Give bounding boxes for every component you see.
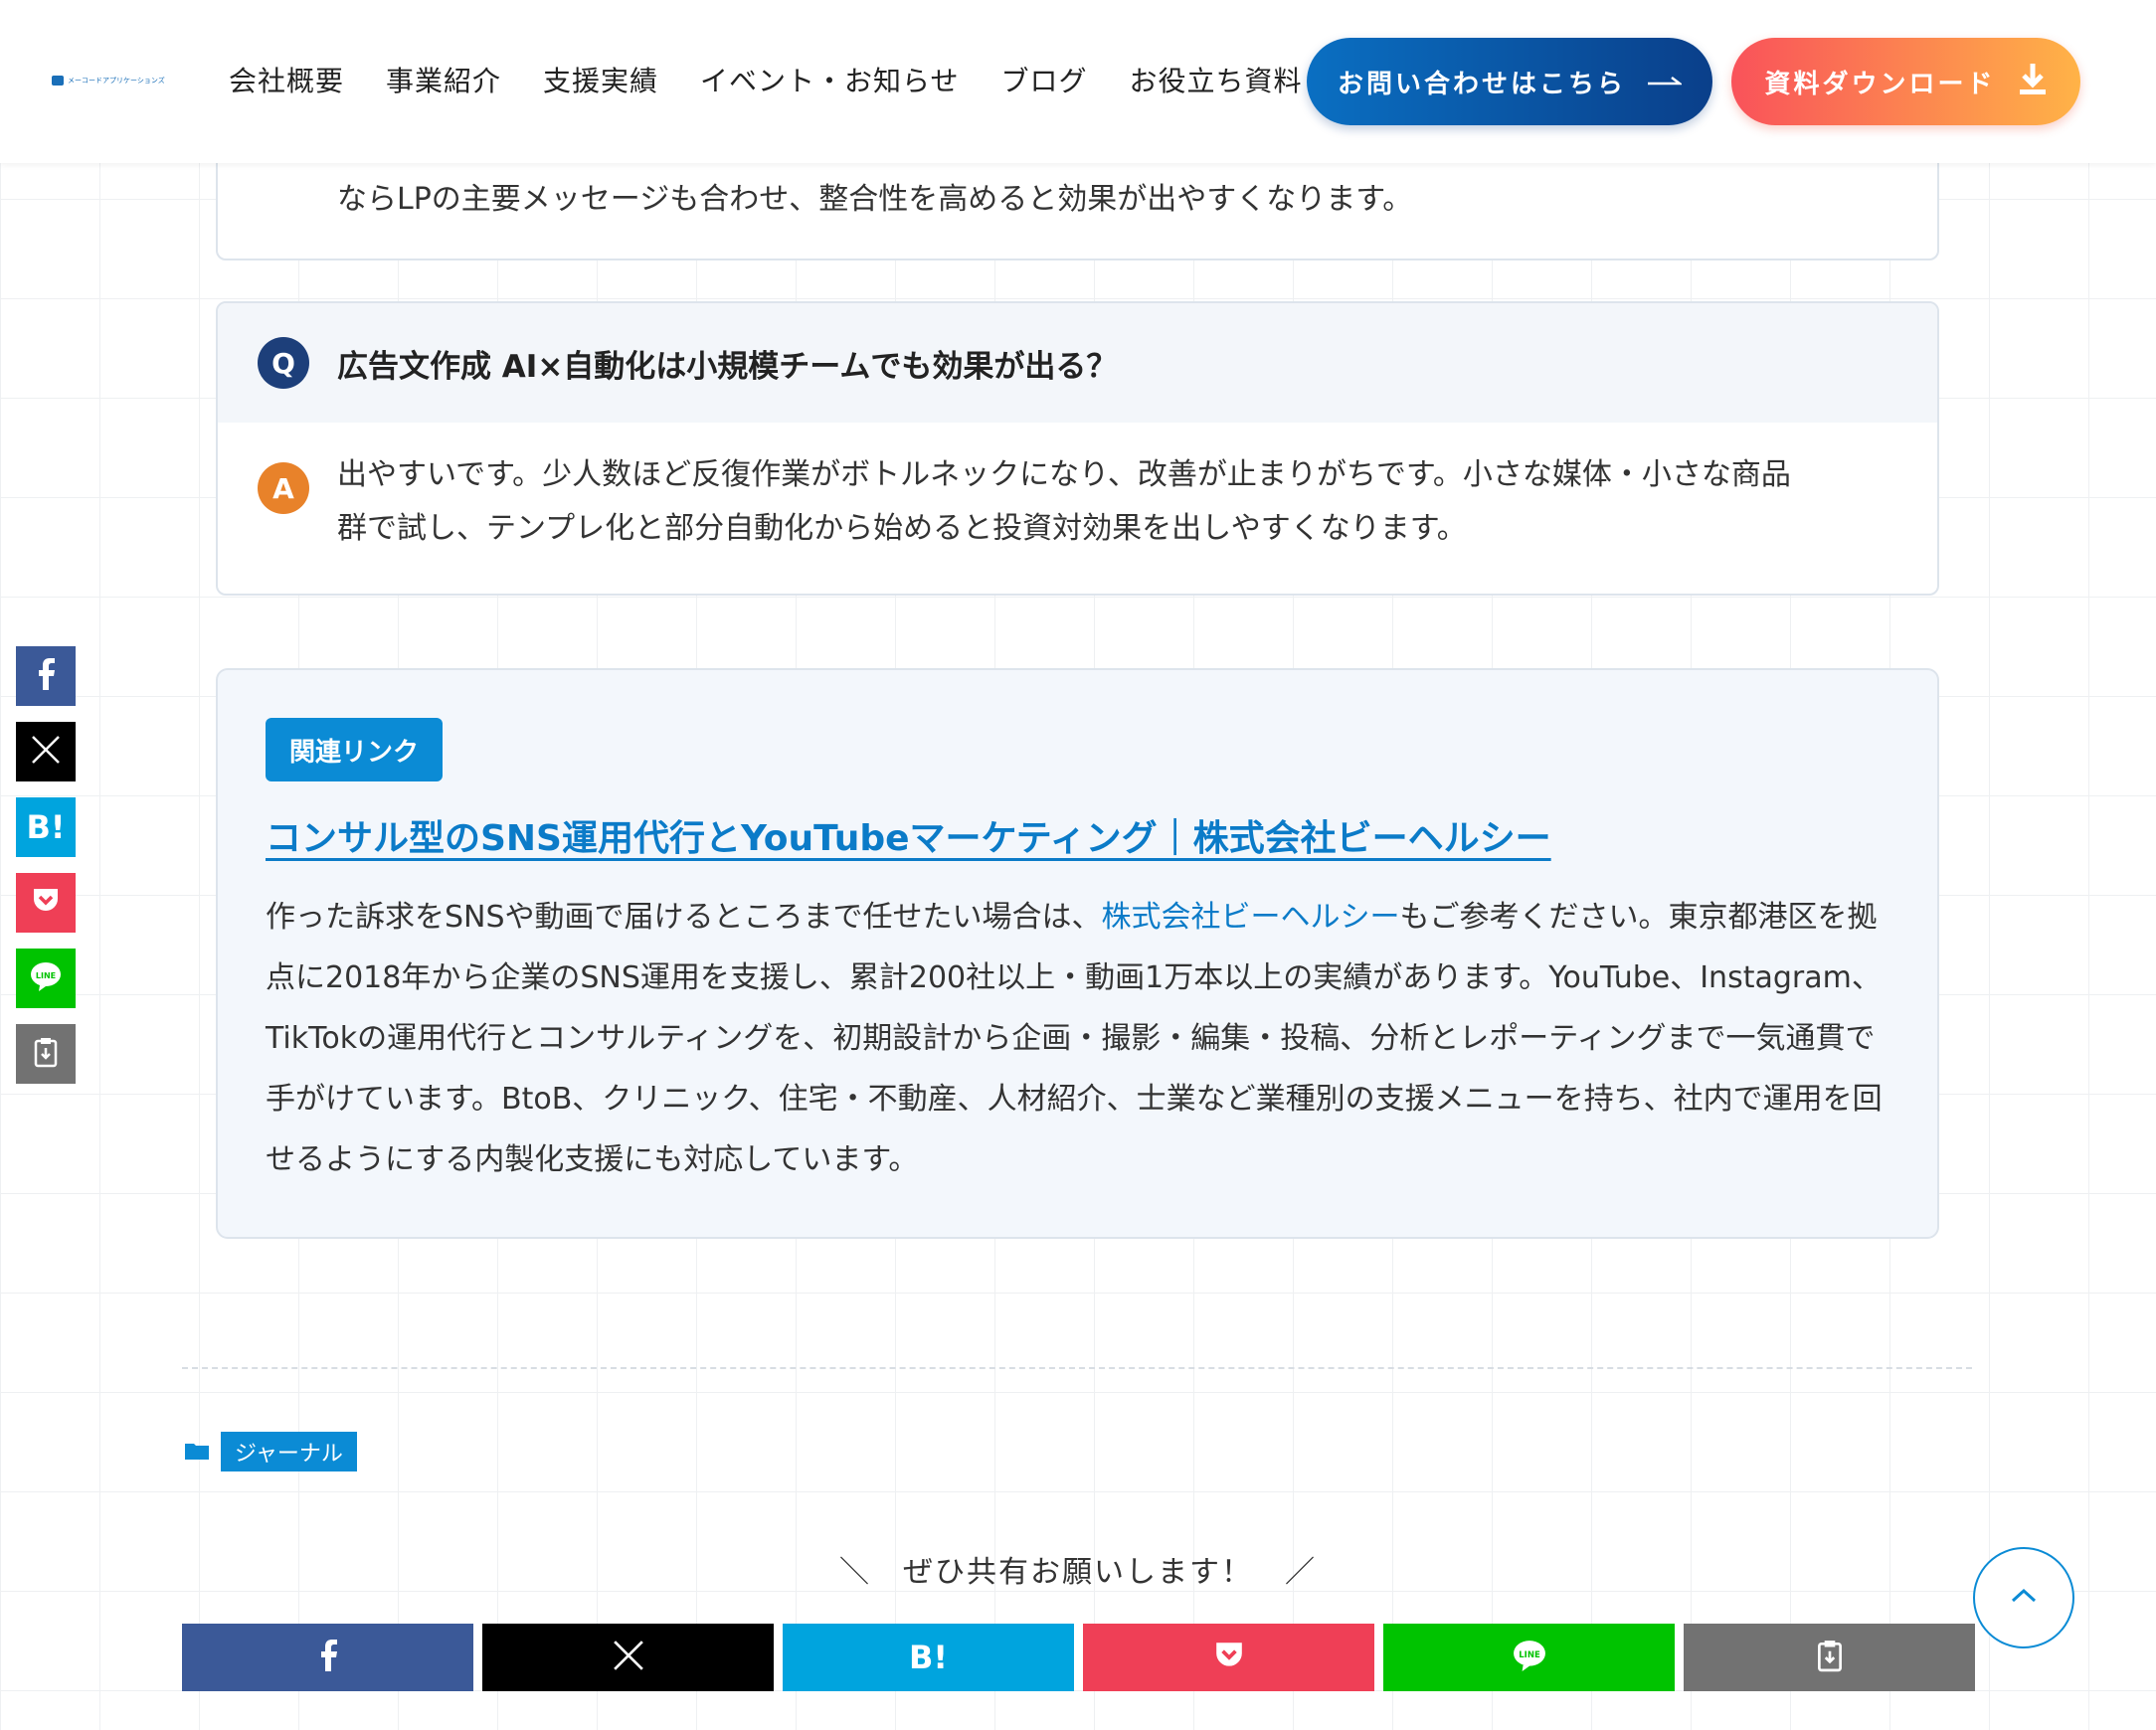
side-share-line[interactable]: LINE [16, 949, 76, 1008]
line-icon: LINE [1513, 1640, 1546, 1675]
question-badge: Q [258, 337, 309, 389]
related-body-text: 作った訴求をSNSや動画で届けるところまで任せたい場合は、 [266, 900, 1102, 935]
faq-answer: 出やすいです。少人数ほど反復作業がボトルネックになり、改善が止まりがちです。小さ… [337, 448, 1791, 556]
side-share-x[interactable] [16, 722, 76, 781]
contact-button-label: お問い合わせはこちら [1337, 69, 1626, 99]
pocket-icon [1213, 1641, 1245, 1674]
line-icon: LINE [30, 961, 62, 995]
related-link-title[interactable]: コンサル型のSNS運用代行とYouTubeマーケティング｜株式会社ビーヘルシー [266, 809, 1551, 861]
share-hatena-button[interactable]: B! [783, 1624, 1074, 1691]
facebook-icon [35, 658, 57, 694]
share-line-button[interactable]: LINE [1383, 1624, 1675, 1691]
logo-mark [52, 76, 64, 86]
side-share-pocket[interactable] [16, 873, 76, 933]
faq-question: 広告文作成 AI×自動化は小規模チームでも効果が出る？ [337, 348, 1118, 385]
folder-icon [185, 1442, 209, 1460]
side-share-facebook[interactable] [16, 646, 76, 706]
hatena-icon: B! [909, 1639, 948, 1676]
x-icon [31, 735, 61, 769]
share-buttons: B! LINE [182, 1624, 1975, 1691]
faq-item: Q 広告文作成 AI×自動化は小規模チームでも効果が出る？ A 出やすいです。少… [216, 301, 1939, 596]
back-to-top-button[interactable] [1973, 1547, 2074, 1648]
logo-text: メーコードアプリケーションズ [68, 77, 165, 85]
site-header: メーコードアプリケーションズ 会社概要 事業紹介 支援実績 イベント・お知らせ … [0, 0, 2156, 163]
arrow-right-icon [1648, 67, 1684, 96]
category-tag[interactable]: ジャーナル [221, 1432, 357, 1471]
global-nav: 会社概要 事業紹介 支援実績 イベント・お知らせ ブログ お役立ち資料 [229, 60, 1303, 99]
nav-cases[interactable]: 支援実績 [543, 60, 658, 99]
related-link-body: 作った訴求をSNSや動画で届けるところまで任せたい場合は、株式会社ビーヘルシーも… [266, 887, 1896, 1190]
nav-resources[interactable]: お役立ち資料 [1130, 60, 1303, 99]
share-facebook-button[interactable] [182, 1624, 473, 1691]
svg-text:LINE: LINE [36, 971, 56, 980]
copy-icon [1817, 1639, 1843, 1676]
faq-answer-line: 出やすいです。少人数ほど反復作業がボトルネックになり、改善が止まりがちです。小さ… [337, 457, 1791, 492]
related-link-box: 関連リンク コンサル型のSNS運用代行とYouTubeマーケティング｜株式会社ビ… [216, 668, 1939, 1239]
related-link-badge: 関連リンク [266, 718, 443, 781]
nav-events-news[interactable]: イベント・お知らせ [700, 60, 959, 99]
nav-company[interactable]: 会社概要 [229, 60, 344, 99]
site-logo[interactable]: メーコードアプリケーションズ [52, 76, 165, 86]
side-copy-link[interactable] [16, 1024, 76, 1084]
nav-blog[interactable]: ブログ [1001, 60, 1088, 99]
download-button-label: 資料ダウンロード [1764, 69, 1996, 99]
download-icon [2018, 62, 2048, 102]
chevron-up-icon [2010, 1588, 2038, 1608]
faq-answer-row: A 出やすいです。少人数ほど反復作業がボトルネックになり、改善が止まりがちです。… [218, 423, 1937, 556]
side-share-hatena[interactable]: B! [16, 797, 76, 857]
hatena-icon: B! [26, 808, 66, 846]
divider [182, 1367, 1972, 1369]
related-body-text: もご参考ください。東京都港区を拠点に2018年から企業のSNS運用を支援し、累計… [266, 900, 1883, 1177]
faq-answer: ならLPの主要メッセージも合わせ、整合性を高めると効果が出やすくなります。 [337, 182, 1413, 217]
facebook-icon [317, 1639, 339, 1676]
nav-services[interactable]: 事業紹介 [386, 60, 501, 99]
share-pocket-button[interactable] [1083, 1624, 1374, 1691]
svg-text:LINE: LINE [1519, 1650, 1540, 1660]
x-icon [613, 1640, 644, 1675]
share-heading: ＼ ぜひ共有お願いします！ ／ [839, 1555, 1317, 1590]
answer-badge: A [258, 462, 309, 514]
share-x-button[interactable] [482, 1624, 774, 1691]
contact-button[interactable]: お問い合わせはこちら [1307, 38, 1712, 125]
faq-answer-line: 群で試し、テンプレ化と部分自動化から始めると投資対効果を出しやすくなります。 [337, 511, 1467, 546]
company-link[interactable]: 株式会社ビーヘルシー [1102, 900, 1400, 935]
faq-question-row: Q 広告文作成 AI×自動化は小規模チームでも効果が出る？ [218, 303, 1937, 423]
copy-icon [34, 1036, 58, 1072]
pocket-icon [31, 887, 61, 919]
share-copy-button[interactable] [1684, 1624, 1975, 1691]
side-share-bar: B! LINE [16, 646, 76, 1084]
download-button[interactable]: 資料ダウンロード [1731, 38, 2080, 125]
